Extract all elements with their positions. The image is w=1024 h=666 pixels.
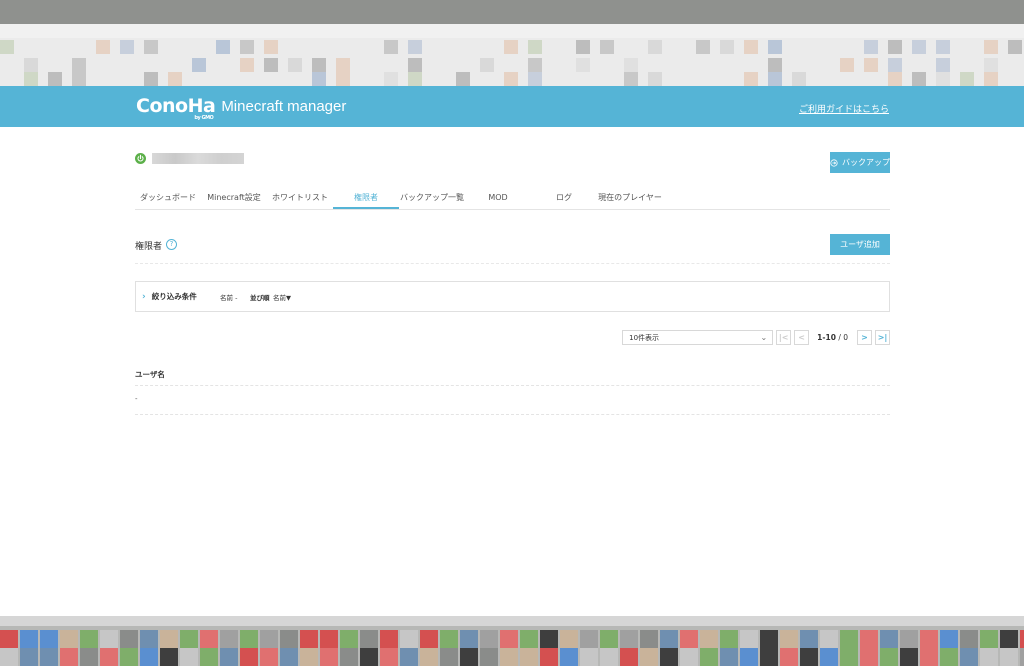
next-page-button[interactable]: > <box>857 330 872 345</box>
tab-whitelist[interactable]: ホワイトリスト <box>267 187 333 208</box>
logo-byline: by GMO <box>194 115 214 121</box>
taskbar-blurred <box>0 616 1024 666</box>
page: ConoHa by GMO Minecraft manager ご利用ガイドはこち… <box>0 0 1024 666</box>
filter-name-field[interactable]: 名前 - <box>220 292 237 302</box>
page-range: 1-10 / 0 <box>817 333 848 342</box>
app-title: Minecraft manager <box>221 97 347 115</box>
table-header: ユーザ名 <box>135 363 890 386</box>
chevron-right-icon: › <box>142 291 146 302</box>
conoha-logo[interactable]: ConoHa by GMO Minecraft manager <box>136 92 347 121</box>
server-status-row <box>135 153 244 164</box>
power-icon <box>135 153 146 164</box>
prev-page-button[interactable]: < <box>794 330 810 345</box>
table-row: - <box>135 386 890 415</box>
tab-bar: ダッシュボード Minecraft設定 ホワイトリスト 権限者 バックアップ一覧… <box>135 187 890 210</box>
page-title: 権限者 <box>135 242 163 252</box>
tab-minecraft-settings[interactable]: Minecraft設定 <box>201 187 267 208</box>
tab-operators[interactable]: 権限者 <box>333 187 399 209</box>
server-name-redacted <box>152 153 244 164</box>
guide-link[interactable]: ご利用ガイドはこちら <box>799 102 889 115</box>
per-page-value: 10件表示 <box>629 333 660 342</box>
section-header: 権限者 ? ユーザ追加 <box>135 234 890 264</box>
table-cell-username: - <box>135 395 138 403</box>
page-range-value: 1-10 <box>817 333 836 342</box>
sort-select[interactable]: 名前▼ <box>273 292 291 302</box>
backup-button[interactable]: バックアップ <box>830 152 890 173</box>
tab-mod[interactable]: MOD <box>465 187 531 208</box>
tab-current-players[interactable]: 現在のプレイヤー <box>597 187 663 208</box>
filter-toggle[interactable]: › 絞り込み条件 <box>142 291 197 302</box>
column-header-username: ユーザ名 <box>135 370 165 379</box>
filter-label: 絞り込み条件 <box>151 292 197 301</box>
last-page-button[interactable]: >| <box>875 330 890 345</box>
app-header: ConoHa by GMO Minecraft manager ご利用ガイドはこち… <box>0 86 1024 127</box>
add-user-button[interactable]: ユーザ追加 <box>830 234 890 255</box>
backup-icon <box>830 158 838 167</box>
first-page-button[interactable]: |< <box>776 330 792 345</box>
sort-label: 並び順 <box>250 294 270 302</box>
tab-dashboard[interactable]: ダッシュボード <box>135 187 201 208</box>
question-circle-icon[interactable]: ? <box>166 239 177 250</box>
chevron-down-icon: ⌄ <box>760 333 768 342</box>
page-total: / 0 <box>838 333 848 342</box>
filter-panel: › 絞り込み条件 名前 - 並び順 名前▼ <box>135 281 890 312</box>
backup-button-label: バックアップ <box>842 158 890 167</box>
per-page-select[interactable]: 10件表示 ⌄ <box>622 330 774 345</box>
browser-chrome-blurred <box>0 0 1024 86</box>
logo-wordmark: ConoHa by GMO <box>136 95 216 121</box>
pagination: 10件表示 ⌄ |< < 1-10 / 0 > >| <box>622 329 890 346</box>
tab-backup-list[interactable]: バックアップ一覧 <box>399 187 465 208</box>
tab-log[interactable]: ログ <box>531 187 597 208</box>
